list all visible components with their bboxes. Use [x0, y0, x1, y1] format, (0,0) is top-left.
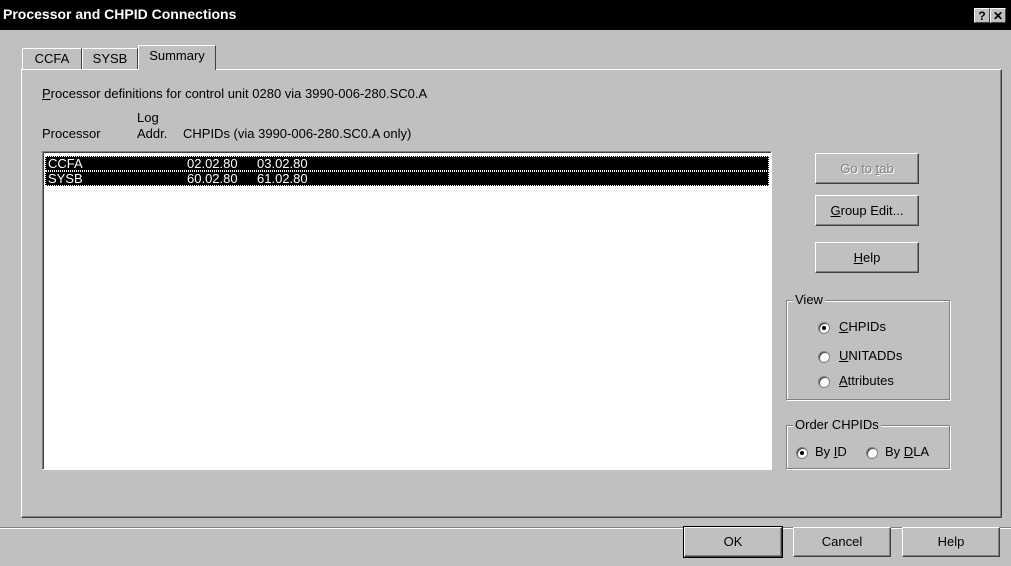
- radio-attributes-label: Attributes: [839, 373, 894, 388]
- window-title: Processor and CHPID Connections: [3, 6, 237, 22]
- radio-selected-icon: [796, 447, 808, 459]
- radio-by-dla-label: By DLA: [885, 444, 930, 459]
- tab-ccfa[interactable]: CCFA: [22, 48, 82, 70]
- row-processor: CCFA: [48, 156, 83, 171]
- row-chpid: 60.02.80: [187, 171, 238, 186]
- radio-unitadds-label: UNITADDs: [839, 348, 903, 363]
- tab-ccfa-label: CCFA: [34, 51, 70, 66]
- tab-summary-label: Summary: [149, 48, 205, 63]
- tab-summary[interactable]: Summary: [138, 45, 216, 70]
- col-addr-header: Addr.: [137, 126, 168, 141]
- processor-listbox[interactable]: CCFA 02.02.80 03.02.80 SYSB 60.02.80 61.…: [42, 151, 772, 470]
- go-to-tab-button[interactable]: Go to tab: [815, 153, 919, 184]
- view-group-legend: View: [793, 292, 825, 307]
- row-chpid: 02.02.80: [187, 156, 238, 171]
- cancel-button[interactable]: Cancel: [793, 527, 891, 557]
- radio-chpids-label: CHPIDs: [839, 319, 886, 334]
- list-item[interactable]: SYSB 60.02.80 61.02.80: [45, 171, 769, 186]
- tab-sysb-label: SYSB: [92, 51, 128, 66]
- radio-by-id-label: By ID: [815, 444, 847, 459]
- radio-icon: [818, 376, 830, 388]
- col-processor-header: Processor: [42, 126, 101, 141]
- radio-icon: [818, 351, 830, 363]
- footer-help-button[interactable]: Help: [902, 527, 1000, 557]
- processor-definitions-label: Processor definitions for control unit 0…: [42, 86, 428, 101]
- help-icon[interactable]: ?: [974, 8, 990, 23]
- row-processor: SYSB: [48, 171, 83, 186]
- ok-button[interactable]: OK: [683, 526, 783, 558]
- col-log-header: Log: [137, 110, 159, 125]
- radio-icon: [866, 447, 878, 459]
- row-chpid: 61.02.80: [257, 171, 308, 186]
- group-edit-button[interactable]: Group Edit...: [815, 195, 919, 226]
- radio-selected-icon: [818, 322, 830, 334]
- order-chpids-legend: Order CHPIDs: [793, 417, 881, 432]
- col-chpids-header: CHPIDs (via 3990-006-280.SC0.A only): [183, 126, 412, 141]
- tab-sysb[interactable]: SYSB: [82, 48, 138, 70]
- dialog-window: Processor and CHPID Connections ? ✕ CCFA…: [0, 0, 1011, 566]
- list-item[interactable]: CCFA 02.02.80 03.02.80: [45, 156, 769, 171]
- title-bar[interactable]: Processor and CHPID Connections ? ✕: [0, 0, 1011, 30]
- close-icon[interactable]: ✕: [990, 8, 1006, 23]
- row-chpid: 03.02.80: [257, 156, 308, 171]
- help-button[interactable]: Help: [815, 242, 919, 273]
